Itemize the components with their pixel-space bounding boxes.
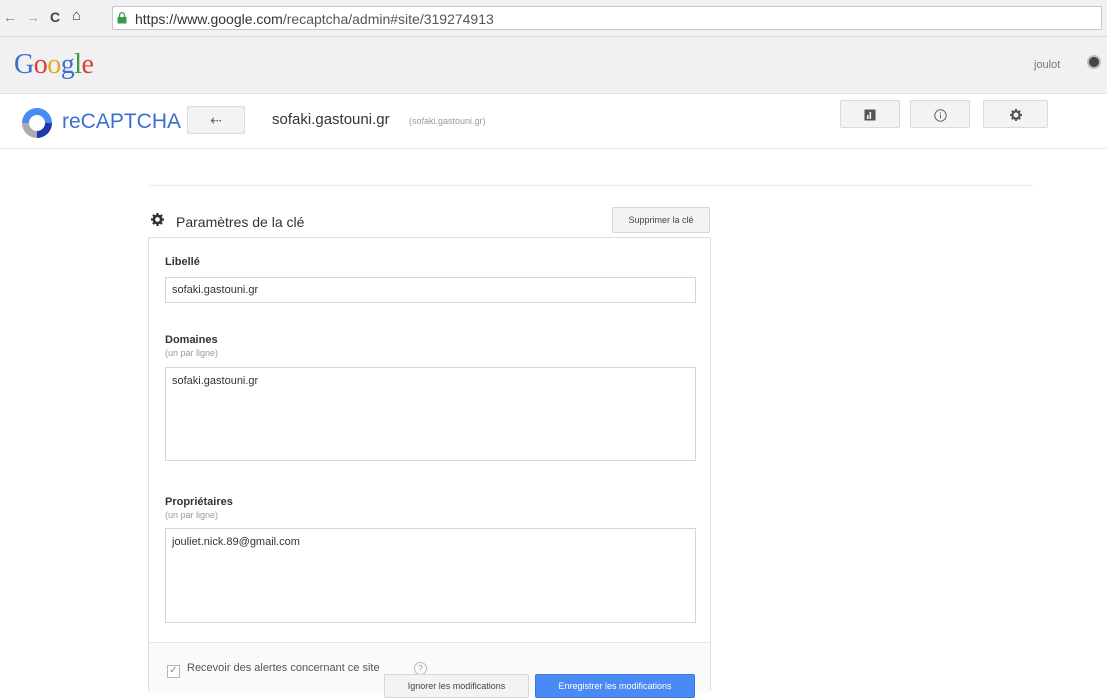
divider: [148, 185, 1033, 186]
gear-icon: [151, 213, 164, 229]
owners-field-hint: (un par ligne): [165, 510, 219, 520]
back-icon[interactable]: ←: [3, 9, 17, 25]
google-logo[interactable]: Google: [14, 49, 94, 81]
url-path: /recaptcha/admin#site/319274913: [282, 11, 494, 27]
forward-icon[interactable]: →: [26, 9, 40, 25]
url-field[interactable]: https://www.google.com/recaptcha/admin#s…: [112, 6, 1102, 30]
url-host: https://www.google.com: [135, 11, 283, 27]
logo-letter: e: [81, 49, 94, 80]
domains-field-hint: (un par ligne): [165, 348, 219, 358]
section-title: Paramètres de la clé: [176, 214, 305, 230]
delete-key-button[interactable]: Supprimer la clé: [612, 207, 710, 233]
gear-icon: [1009, 109, 1022, 122]
key-settings-card: Libellé Domaines (un par ligne) sofaki.g…: [148, 237, 711, 698]
lock-icon: [117, 12, 127, 24]
label-input[interactable]: [165, 277, 696, 303]
settings-button[interactable]: [983, 100, 1048, 128]
home-icon[interactable]: ⌂: [72, 7, 81, 24]
chart-icon: [864, 109, 876, 121]
domains-textarea[interactable]: sofaki.gastouni.gr: [165, 367, 696, 461]
logo-letter: g: [60, 49, 75, 80]
site-domain: (sofaki.gastouni.gr): [409, 116, 486, 126]
recaptcha-title[interactable]: reCAPTCHA: [62, 110, 181, 134]
card-footer: ✓ Recevoir des alertes concernant ce sit…: [149, 642, 710, 698]
google-header: Google joulot: [0, 37, 1107, 94]
owners-textarea[interactable]: jouliet.nick.89@gmail.com: [165, 528, 696, 623]
back-button[interactable]: ⇠: [187, 106, 245, 134]
site-name: sofaki.gastouni.gr: [272, 111, 390, 128]
logo-letter: o: [33, 49, 48, 80]
analytics-button[interactable]: [840, 100, 900, 128]
domains-field-label: Domaines: [165, 334, 218, 346]
logo-letter: G: [14, 49, 34, 80]
info-button[interactable]: [910, 100, 970, 128]
recaptcha-logo-icon: [22, 108, 52, 138]
label-field-label: Libellé: [165, 256, 200, 268]
logo-letter: o: [47, 49, 61, 80]
avatar[interactable]: [1087, 55, 1101, 69]
logo-letter: l: [74, 49, 82, 80]
ignore-changes-button[interactable]: Ignorer les modifications: [384, 674, 529, 698]
recaptcha-toolbar: reCAPTCHA ⇠ sofaki.gastouni.gr (sofaki.g…: [0, 94, 1107, 149]
browser-toolbar: ← → C ⌂ https://www.google.com/recaptcha…: [0, 0, 1107, 37]
user-name[interactable]: joulot: [1034, 59, 1060, 71]
alerts-checkbox-label[interactable]: Recevoir des alertes concernant ce site: [187, 662, 380, 674]
info-icon: [933, 109, 947, 122]
reload-icon[interactable]: C: [50, 9, 60, 25]
arrow-left-icon: ⇠: [210, 112, 222, 128]
alerts-checkbox[interactable]: ✓: [167, 665, 180, 678]
save-changes-button[interactable]: Enregistrer les modifications: [535, 674, 695, 698]
owners-field-label: Propriétaires: [165, 496, 233, 508]
